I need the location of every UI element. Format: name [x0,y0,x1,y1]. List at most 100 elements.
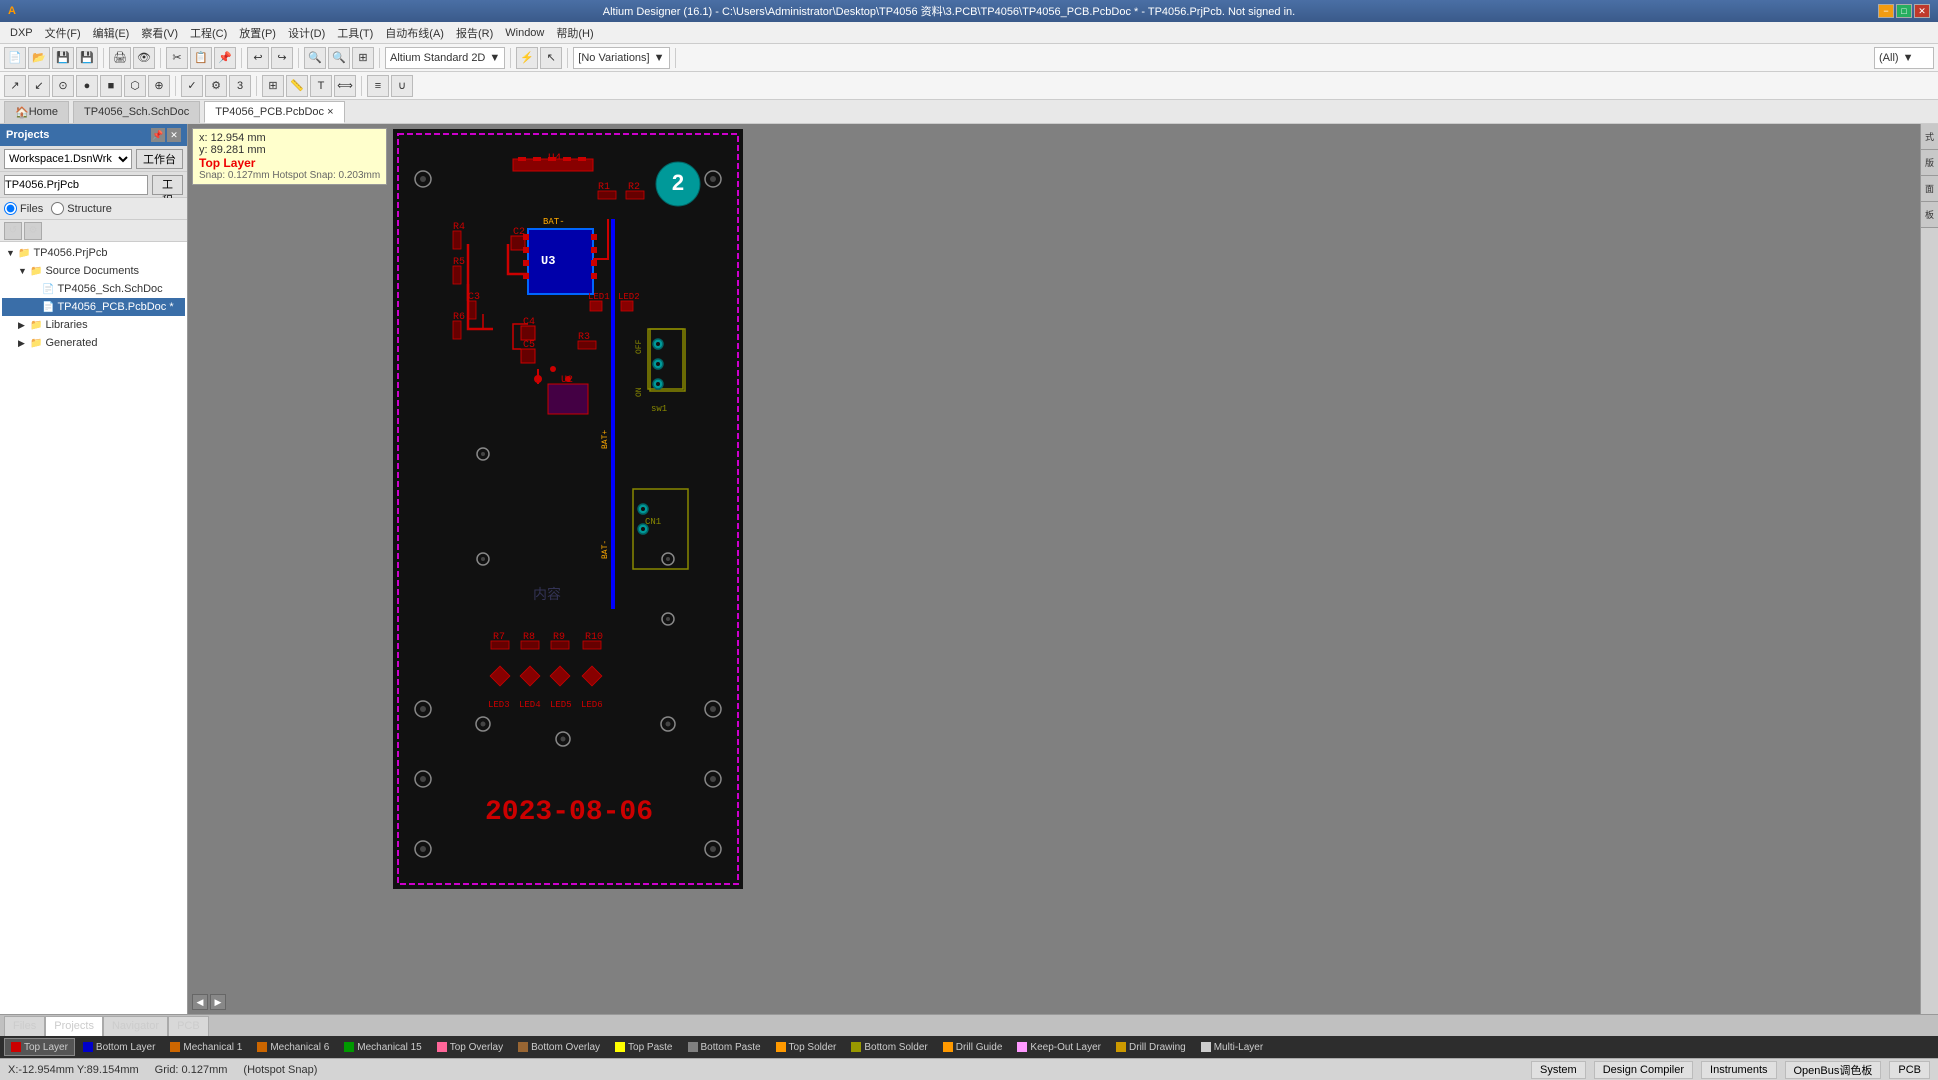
refresh-btn[interactable]: ↺ [4,222,22,240]
tree-settings-btn[interactable]: ⚙ [24,222,42,240]
close-button[interactable]: ✕ [1914,4,1930,18]
all-dropdown[interactable]: (All) ▼ [1874,47,1934,69]
tree-pcb-doc[interactable]: 📄 TP4056_PCB.PcbDoc * [2,298,185,316]
status-pcb-btn[interactable]: PCB [1889,1061,1930,1079]
right-tab-inst[interactable]: 面 [1921,176,1938,202]
via-btn[interactable]: ● [76,75,98,97]
menu-autoroute[interactable]: 自动布线(A) [379,23,450,43]
sch-doc-tab[interactable]: TP4056_Sch.SchDoc [73,101,200,123]
paste-btn[interactable]: 📌 [214,47,236,69]
pad-btn[interactable]: ⊙ [52,75,74,97]
new-btn[interactable]: 📄 [4,47,26,69]
layer-mech1[interactable]: Mechanical 1 [163,1038,249,1056]
poly-btn[interactable]: ⬡ [124,75,146,97]
status-compiler-btn[interactable]: Design Compiler [1594,1061,1693,1079]
print-btn[interactable]: 🖨 [109,47,131,69]
project-btn[interactable]: 工程 [152,175,183,195]
drc-btn[interactable]: ✓ [181,75,203,97]
layer-top-overlay[interactable]: Top Overlay [430,1038,510,1056]
menu-place[interactable]: 放置(P) [233,23,282,43]
menu-tools[interactable]: 工具(T) [331,23,379,43]
layer-top-paste[interactable]: Top Paste [608,1038,679,1056]
menu-project[interactable]: 工程(C) [184,23,233,43]
rules-btn[interactable]: ⚙ [205,75,227,97]
panel-pin-btn[interactable]: 📌 [151,128,165,142]
status-system-btn[interactable]: System [1531,1061,1586,1079]
layer-multi[interactable]: Multi-Layer [1194,1038,1270,1056]
menu-edit[interactable]: 编辑(E) [87,23,136,43]
pcb-tab[interactable]: PCB [168,1016,209,1036]
files-radio-label[interactable]: Files [4,202,43,215]
structure-radio[interactable] [51,202,64,215]
save-btn[interactable]: 💾 [52,47,74,69]
menu-window[interactable]: Window [499,25,550,41]
tree-root[interactable]: ▼ 📁 TP4056.PrjPcb [2,244,185,262]
layer-bottom-overlay[interactable]: Bottom Overlay [511,1038,607,1056]
variations-dropdown[interactable]: [No Variations] ▼ [573,47,669,69]
minimize-button[interactable]: − [1878,4,1894,18]
layer-bottom[interactable]: Bottom Layer [76,1038,162,1056]
files-radio[interactable] [4,202,17,215]
files-tab[interactable]: Files [4,1016,45,1036]
route2-btn[interactable]: ↙ [28,75,50,97]
union-btn[interactable]: ∪ [391,75,413,97]
layer-bottom-solder[interactable]: Bottom Solder [844,1038,934,1056]
comp-btn[interactable]: ⊕ [148,75,170,97]
highlight-btn[interactable]: ⚡ [516,47,538,69]
zoom-out-btn[interactable]: 🔍 [328,47,350,69]
layer-top-solder[interactable]: Top Solder [769,1038,844,1056]
redo-btn[interactable]: ↪ [271,47,293,69]
right-tab-bus[interactable]: 板 [1921,202,1938,228]
zoom-in-btn[interactable]: 🔍 [304,47,326,69]
status-openbus-btn[interactable]: OpenBus调色板 [1785,1061,1882,1079]
layer-mech15[interactable]: Mechanical 15 [337,1038,428,1056]
tree-source-docs[interactable]: ▼ 📁 Source Documents [2,262,185,280]
snap-btn[interactable]: ⊞ [262,75,284,97]
menu-dxp[interactable]: DXP [4,25,39,41]
save-all-btn[interactable]: 💾 [76,47,98,69]
open-btn[interactable]: 📂 [28,47,50,69]
panel-close-btn[interactable]: ✕ [167,128,181,142]
status-instruments-btn[interactable]: Instruments [1701,1061,1776,1079]
menu-design[interactable]: 设计(D) [282,23,331,43]
menu-report[interactable]: 报告(R) [450,23,499,43]
menu-view[interactable]: 察看(V) [135,23,184,43]
home-tab[interactable]: 🏠 Home [4,101,69,123]
copy-btn[interactable]: 📋 [190,47,212,69]
layer-drill-guide[interactable]: Drill Guide [936,1038,1010,1056]
workspace-select[interactable]: Workspace1.DsnWrk [4,149,132,169]
route-btn[interactable]: ↗ [4,75,26,97]
fill-btn[interactable]: ■ [100,75,122,97]
tree-libraries[interactable]: ▶ 📁 Libraries [2,316,185,334]
pcb-doc-tab[interactable]: TP4056_PCB.PcbDoc × [204,101,344,123]
print-prev-btn[interactable]: 👁 [133,47,155,69]
zoom-fit-btn[interactable]: ⊞ [352,47,374,69]
navigator-tab[interactable]: Navigator [103,1016,168,1036]
prev-arrow[interactable]: ◀ [192,994,208,1010]
pcb-board[interactable]: 2 U4 R1 R2 R4 R5 C2 [393,129,743,889]
tree-generated[interactable]: ▶ 📁 Generated [2,334,185,352]
dim-btn[interactable]: ⟺ [334,75,356,97]
undo-btn[interactable]: ↩ [247,47,269,69]
canvas-area[interactable]: x: 12.954 mm y: 89.281 mm Top Layer Snap… [188,124,1920,1014]
next-arrow[interactable]: ▶ [210,994,226,1010]
layer-keepout[interactable]: Keep-Out Layer [1010,1038,1108,1056]
text-btn[interactable]: T [310,75,332,97]
3d-btn[interactable]: 3 [229,75,251,97]
menu-help[interactable]: 帮助(H) [550,23,599,43]
view-mode-dropdown[interactable]: Altium Standard 2D ▼ [385,47,505,69]
layer-mech6[interactable]: Mechanical 6 [250,1038,336,1056]
layer-bottom-paste[interactable]: Bottom Paste [681,1038,768,1056]
project-input[interactable] [4,175,148,195]
maximize-button[interactable]: □ [1896,4,1912,18]
select-btn[interactable]: ↖ [540,47,562,69]
measure-btn[interactable]: 📏 [286,75,308,97]
projects-tab[interactable]: Projects [45,1016,103,1036]
cut-btn[interactable]: ✂ [166,47,188,69]
workspace-btn[interactable]: 工作台 [136,149,183,169]
layer-drill-drawing[interactable]: Drill Drawing [1109,1038,1193,1056]
tree-sch-doc[interactable]: 📄 TP4056_Sch.SchDoc [2,280,185,298]
right-tab-dc[interactable]: 版 [1921,150,1938,176]
layer-top[interactable]: Top Layer [4,1038,75,1056]
menu-file[interactable]: 文件(F) [39,23,87,43]
